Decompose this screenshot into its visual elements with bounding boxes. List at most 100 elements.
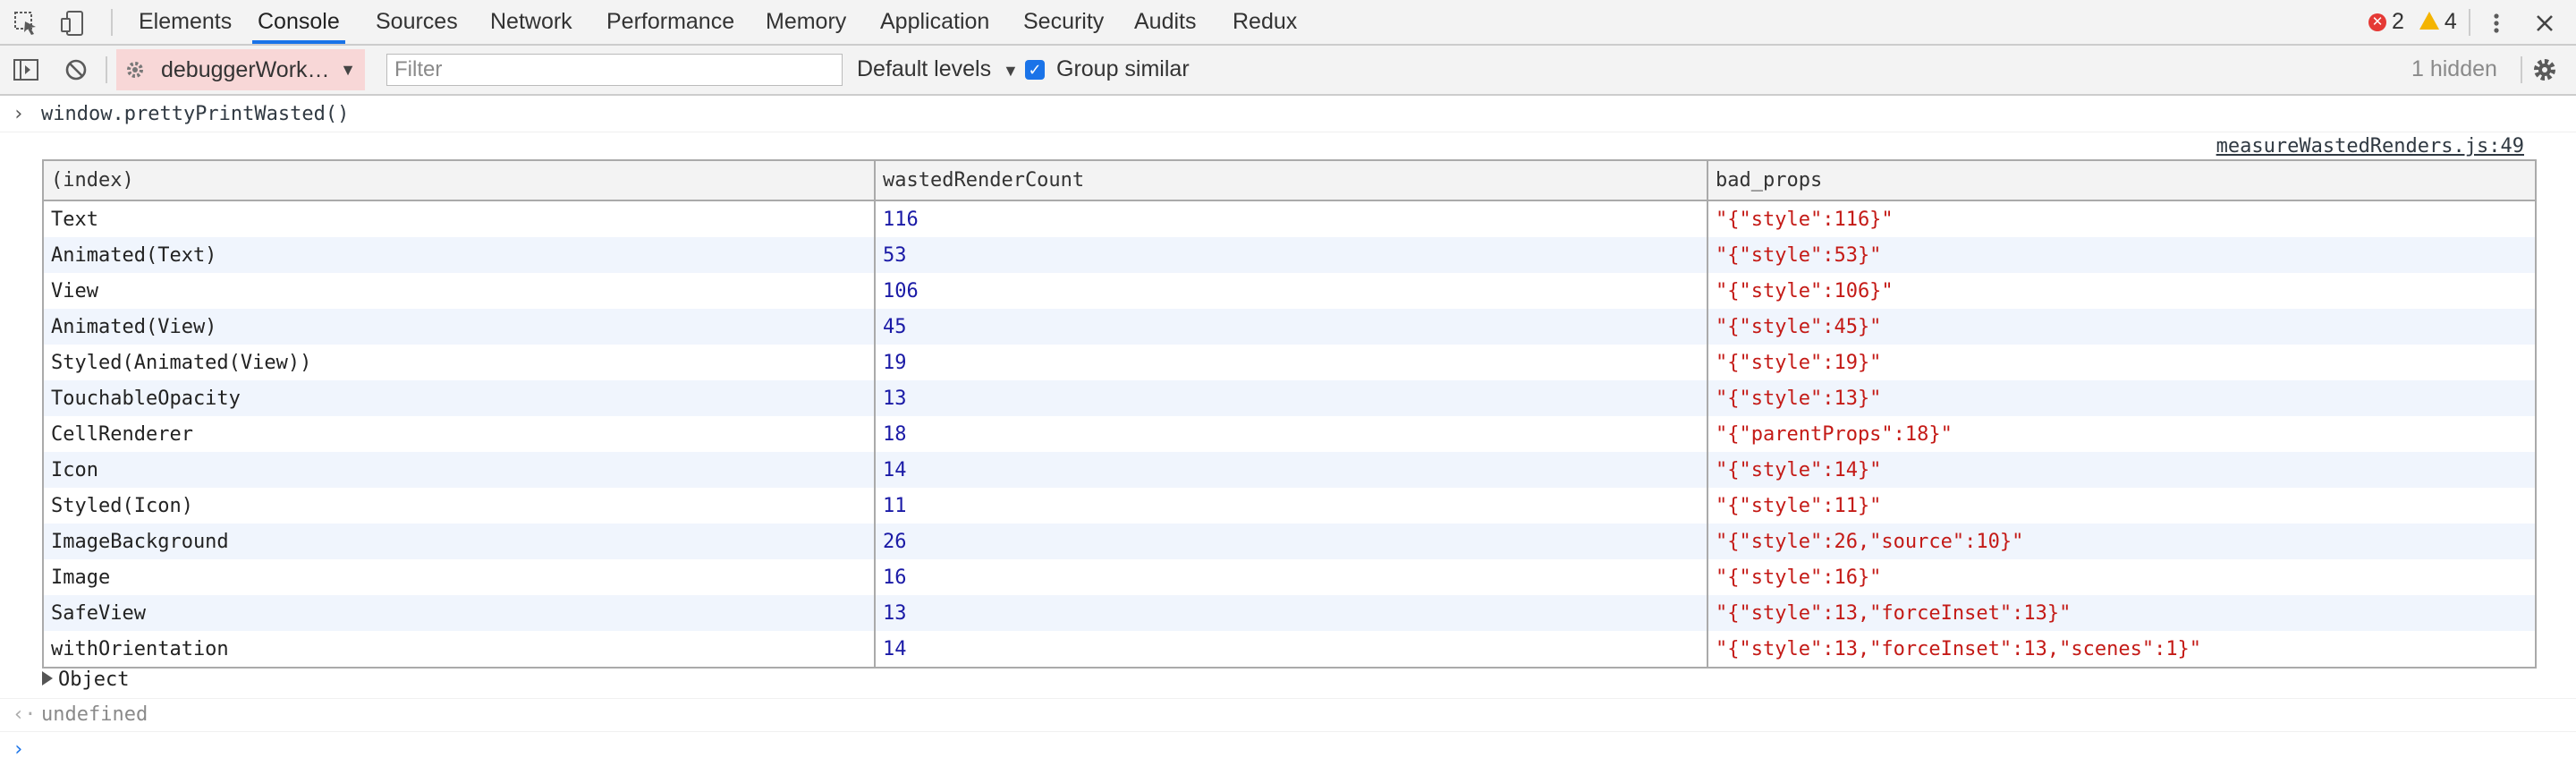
tab-memory[interactable]: Memory [766, 0, 846, 44]
column-header-index[interactable]: (index) [42, 160, 876, 201]
cell-wasted-render-count: 14 [874, 452, 1708, 488]
inspect-element-icon[interactable] [13, 10, 39, 37]
hidden-count: 1 hidden [2411, 56, 2497, 81]
table-row: Styled(Icon) 11 "{"style":11}" [42, 488, 2537, 524]
cell-index: View [42, 273, 876, 309]
cell-wasted-render-count: 11 [874, 488, 1708, 524]
cell-wasted-render-count: 26 [874, 524, 1708, 559]
gear-icon [125, 49, 145, 104]
close-icon[interactable] [2531, 10, 2558, 37]
object-expander[interactable]: Object [42, 666, 129, 694]
cell-wasted-render-count: 18 [874, 416, 1708, 452]
console-command-row: › window.prettyPrintWasted() [0, 98, 2576, 132]
table-row: Icon 14 "{"style":14}" [42, 452, 2537, 488]
cell-index: withOrientation [42, 631, 876, 668]
tab-audits[interactable]: Audits [1134, 0, 1196, 44]
cell-bad-props: "{"style":11}" [1707, 488, 2537, 524]
dropdown-arrow-icon: ▼ [1003, 62, 1019, 80]
tab-network[interactable]: Network [490, 0, 572, 44]
log-levels-dropdown[interactable]: Default levels ▼ [857, 46, 1019, 92]
settings-gear-icon[interactable] [2531, 56, 2558, 83]
cell-index: SafeView [42, 595, 876, 631]
table-row: Animated(View) 45 "{"style":45}" [42, 309, 2537, 345]
cell-index: Icon [42, 452, 876, 488]
tab-console[interactable]: Console [252, 0, 345, 44]
cell-index: Image [42, 559, 876, 595]
cell-bad-props: "{"style":14}" [1707, 452, 2537, 488]
warning-icon [2419, 12, 2439, 30]
cell-bad-props: "{"style":13,"forceInset":13}" [1707, 595, 2537, 631]
dropdown-arrow-icon: ▼ [340, 61, 356, 79]
toolbar-divider [106, 56, 107, 83]
table-body: Text 116 "{"style":116}" Animated(Text) 53 "{… [42, 200, 2537, 668]
cell-bad-props: "{"style":106}" [1707, 273, 2537, 309]
error-count: 2 [2392, 9, 2404, 34]
cell-index: Text [42, 200, 876, 237]
result-arrow-icon: ‹· [13, 703, 37, 726]
cell-bad-props: "{"style":116}" [1707, 200, 2537, 237]
cell-bad-props: "{"parentProps":18}" [1707, 416, 2537, 452]
cell-bad-props: "{"style":45}" [1707, 309, 2537, 345]
tab-redux[interactable]: Redux [1233, 0, 1297, 44]
table-row: ImageBackground 26 "{"style":26,"source":1… [42, 524, 2537, 559]
toolbar-divider [2521, 56, 2522, 83]
cell-index: ImageBackground [42, 524, 876, 559]
cell-bad-props: "{"style":13,"forceInset":13,"scenes":1}… [1707, 631, 2537, 668]
cell-index: Styled(Animated(View)) [42, 345, 876, 380]
tab-elements[interactable]: Elements [139, 0, 232, 44]
toolbar-divider [111, 9, 113, 36]
command-text: window.prettyPrintWasted() [41, 103, 350, 125]
group-similar-label: Group similar [1056, 56, 1190, 81]
cell-index: Animated(View) [42, 309, 876, 345]
result-text: undefined [41, 703, 148, 726]
cell-wasted-render-count: 106 [874, 273, 1708, 309]
cell-bad-props: "{"style":16}" [1707, 559, 2537, 595]
tab-performance[interactable]: Performance [606, 0, 734, 44]
object-label: Object [58, 669, 130, 691]
cell-bad-props: "{"style":19}" [1707, 345, 2537, 380]
tab-sources[interactable]: Sources [376, 0, 458, 44]
log-levels-label: Default levels [857, 56, 992, 81]
cell-bad-props: "{"style":13}" [1707, 380, 2537, 416]
devtools-tab-bar: Elements Console Sources Network Perform… [0, 0, 2576, 46]
error-warning-counter[interactable]: ✕ 2 4 [2368, 0, 2457, 44]
cell-wasted-render-count: 13 [874, 595, 1708, 631]
cell-wasted-render-count: 53 [874, 237, 1708, 273]
console-toolbar: debuggerWork… ▼ Default levels ▼ ✓ Group… [0, 46, 2576, 96]
show-sidebar-icon[interactable] [13, 56, 39, 83]
tab-application[interactable]: Application [880, 0, 989, 44]
column-header-bad-props[interactable]: bad_props [1707, 160, 2537, 201]
cell-index: CellRenderer [42, 416, 876, 452]
device-toolbar-icon[interactable] [59, 10, 86, 37]
table-row: Image 16 "{"style":16}" [42, 559, 2537, 595]
cell-bad-props: "{"style":53}" [1707, 237, 2537, 273]
table-row: Styled(Animated(View)) 19 "{"style":19}" [42, 345, 2537, 380]
table-header-row: (index) wastedRenderCount bad_props [42, 160, 2537, 201]
cell-bad-props: "{"style":26,"source":10}" [1707, 524, 2537, 559]
tab-security[interactable]: Security [1023, 0, 1104, 44]
more-options-icon[interactable] [2483, 10, 2510, 37]
column-header-wasted-render-count[interactable]: wastedRenderCount [874, 160, 1708, 201]
cell-wasted-render-count: 13 [874, 380, 1708, 416]
cell-index: TouchableOpacity [42, 380, 876, 416]
execution-context-selector[interactable]: debuggerWork… ▼ [116, 49, 365, 90]
context-label: debuggerWork… [161, 57, 330, 82]
clear-console-icon[interactable] [63, 56, 89, 83]
filter-input[interactable] [386, 54, 843, 86]
table-row: View 106 "{"style":106}" [42, 273, 2537, 309]
console-input-row[interactable]: › [0, 732, 2576, 768]
group-similar-checkbox[interactable]: ✓ [1025, 60, 1045, 80]
table-row: Animated(Text) 53 "{"style":53}" [42, 237, 2537, 273]
console-table: (index) wastedRenderCount bad_props Text… [42, 159, 2537, 669]
input-prompt-icon: › [13, 103, 25, 125]
input-prompt-icon: › [13, 738, 25, 761]
source-link[interactable]: measureWastedRenders.js:49 [2216, 132, 2524, 161]
cell-wasted-render-count: 14 [874, 631, 1708, 668]
table-row: CellRenderer 18 "{"parentProps":18}" [42, 416, 2537, 452]
cell-wasted-render-count: 45 [874, 309, 1708, 345]
table-row: SafeView 13 "{"style":13,"forceInset":13}" [42, 595, 2537, 631]
table-row: TouchableOpacity 13 "{"style":13}" [42, 380, 2537, 416]
table-row: Text 116 "{"style":116}" [42, 200, 2537, 237]
console-result-row: ‹· undefined [0, 698, 2576, 732]
cell-wasted-render-count: 116 [874, 200, 1708, 237]
